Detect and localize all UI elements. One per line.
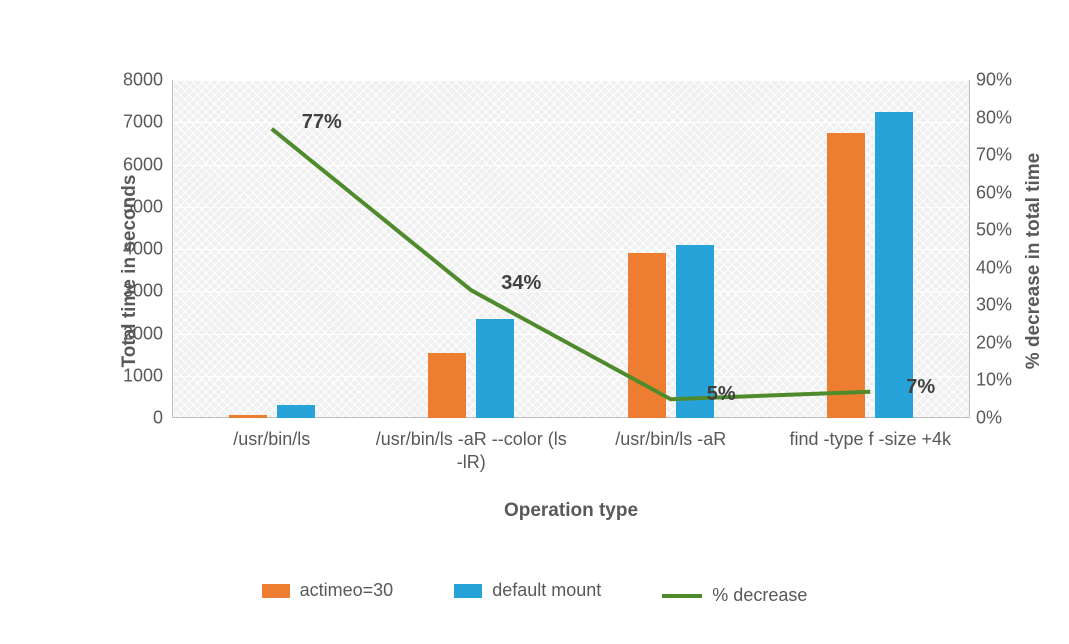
legend-swatch-orange: [262, 584, 290, 598]
y2-tick-label: 20%: [976, 332, 1012, 353]
legend-label: % decrease: [712, 585, 807, 606]
legend-item-default: default mount: [454, 580, 601, 601]
y2-tick-label: 80%: [976, 107, 1012, 128]
gridline: [172, 418, 970, 419]
line-layer: [172, 80, 970, 418]
y2-tick-label: 70%: [976, 145, 1012, 166]
line-data-label: 77%: [302, 111, 342, 134]
y2-tick-label: 40%: [976, 257, 1012, 278]
legend-line-icon: [662, 594, 702, 598]
y-tick-label: 4000: [103, 239, 163, 260]
y2-tick-label: 10%: [976, 370, 1012, 391]
y2-axis-title: % decrease in total time: [1023, 126, 1045, 396]
y2-tick-label: 0%: [976, 408, 1002, 429]
x-tick-label: /usr/bin/ls -aR --color (ls -lR): [372, 428, 572, 473]
x-tick-label: find -type f -size +4k: [771, 428, 971, 451]
y-tick-label: 8000: [103, 70, 163, 91]
legend-label: default mount: [492, 580, 601, 601]
y2-tick-label: 60%: [976, 182, 1012, 203]
plot-area: 77% 34% 5% 7%: [172, 80, 970, 418]
y2-tick-label: 90%: [976, 70, 1012, 91]
y-tick-label: 7000: [103, 112, 163, 133]
x-axis-title: Operation type: [172, 500, 970, 522]
y-tick-label: 1000: [103, 365, 163, 386]
line-data-label: 34%: [501, 272, 541, 295]
line-data-label: 5%: [707, 383, 736, 406]
y-tick-label: 2000: [103, 323, 163, 344]
line-data-label: 7%: [906, 376, 935, 399]
y2-tick-label: 30%: [976, 295, 1012, 316]
y-tick-label: 5000: [103, 196, 163, 217]
y-tick-label: 6000: [103, 154, 163, 175]
legend: actimeo=30 default mount % decrease: [0, 580, 1069, 606]
y-tick-label: 3000: [103, 281, 163, 302]
legend-swatch-blue: [454, 584, 482, 598]
x-tick-label: /usr/bin/ls: [172, 428, 372, 451]
y-tick-label: 0: [103, 408, 163, 429]
y2-tick-label: 50%: [976, 220, 1012, 241]
legend-item-pctdecrease: % decrease: [662, 585, 807, 606]
combo-chart: Total time in seconds % decrease in tota…: [0, 0, 1069, 644]
x-tick-label: /usr/bin/ls -aR: [571, 428, 771, 451]
y-axis-title: Total time in seconds: [119, 141, 141, 401]
pct-decrease-line: [272, 129, 871, 399]
legend-label: actimeo=30: [300, 580, 394, 601]
legend-item-actimeo: actimeo=30: [262, 580, 394, 601]
